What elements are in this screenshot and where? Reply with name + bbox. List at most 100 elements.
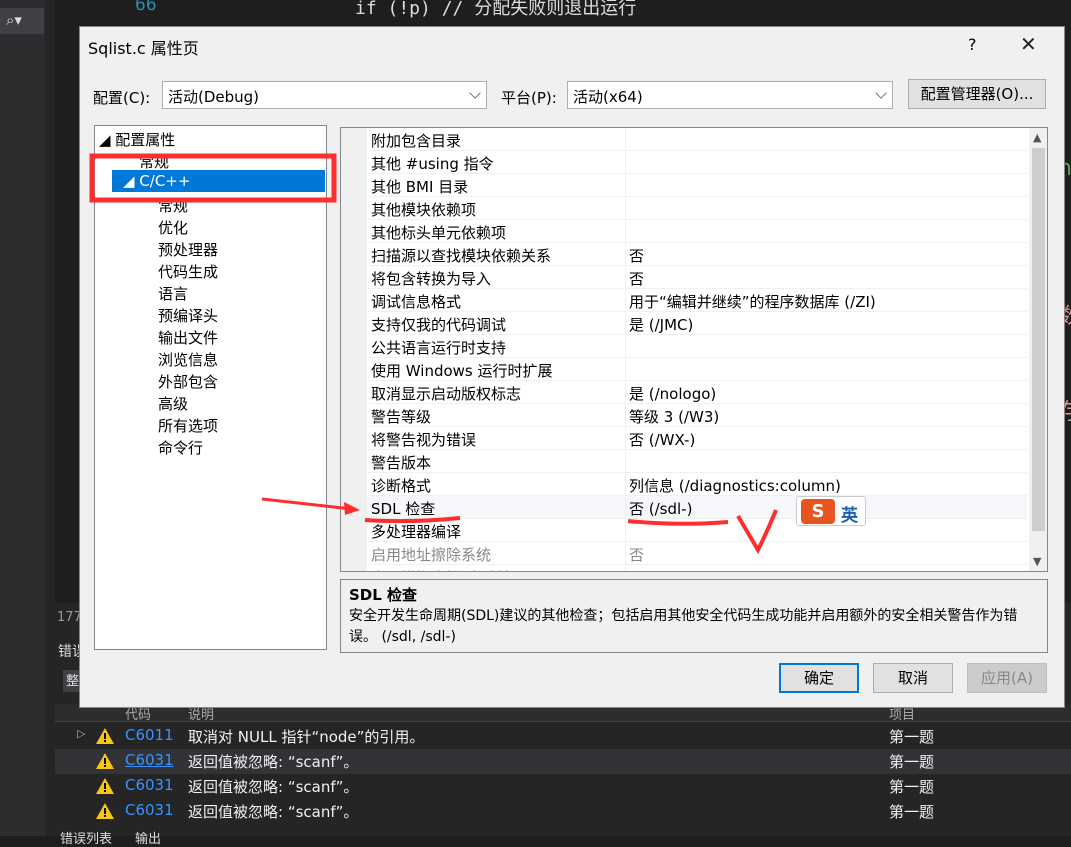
property-row[interactable]: 将警告视为错误 否 (/WX-): [367, 427, 1027, 450]
property-row[interactable]: 其他模块依赖项: [367, 197, 1027, 220]
tree-child[interactable]: 常规: [158, 195, 188, 216]
column-divider: [625, 312, 626, 335]
tab-error-list[interactable]: 错误列表: [60, 828, 112, 847]
ok-button[interactable]: 确定: [779, 663, 859, 693]
property-name: 启用模糊支持(实验性): [371, 567, 518, 571]
tree-child[interactable]: 高级: [158, 393, 188, 414]
expand-icon[interactable]: ▷: [77, 727, 85, 740]
property-value[interactable]: 否: [629, 544, 644, 565]
column-divider: [625, 381, 626, 404]
property-name: 警告等级: [371, 408, 432, 426]
tree-child[interactable]: 输出文件: [158, 327, 218, 348]
error-description: 返回值被忽略: “scanf”。: [188, 803, 359, 821]
property-row[interactable]: 其他 BMI 目录: [367, 174, 1027, 197]
property-value[interactable]: 是 (/JMC): [629, 314, 693, 335]
property-value[interactable]: 列信息 (/diagnostics:column): [629, 475, 841, 496]
property-name: 将警告视为错误: [371, 431, 477, 449]
property-row[interactable]: 多处理器编译: [367, 519, 1027, 542]
tree-cpp[interactable]: ◢ C/C++: [123, 172, 190, 190]
column-divider: [625, 427, 626, 450]
tree-child[interactable]: 浏览信息: [158, 349, 218, 370]
column-divider: [625, 358, 626, 381]
property-name: 启用地址擦除系统: [371, 546, 492, 564]
tree-child[interactable]: 预编译头: [158, 305, 218, 326]
scrollbar-thumb[interactable]: [1032, 148, 1045, 531]
tree-config-properties[interactable]: ◢ 配置属性: [99, 129, 175, 150]
property-value[interactable]: 否 (/sdl-): [629, 498, 692, 519]
cancel-button[interactable]: 取消: [873, 663, 953, 693]
tree-child[interactable]: 代码生成: [158, 261, 218, 282]
property-row[interactable]: 启用地址擦除系统 否: [367, 542, 1027, 565]
property-name: 其他 BMI 目录: [371, 178, 469, 196]
property-row[interactable]: 附加包含目录: [367, 128, 1027, 151]
close-icon[interactable]: ✕: [1020, 32, 1037, 56]
property-value[interactable]: 用于“编辑并继续”的程序数据库 (/ZI): [629, 291, 876, 312]
property-row[interactable]: 警告等级 等级 3 (/W3): [367, 404, 1027, 427]
property-value[interactable]: 是 (/nologo): [629, 383, 716, 404]
property-value[interactable]: 否: [629, 245, 644, 266]
property-row[interactable]: 公共语言运行时支持: [367, 335, 1027, 358]
property-name: 支持仅我的代码调试: [371, 316, 507, 334]
property-value[interactable]: 等级 3 (/W3): [629, 406, 719, 427]
code-editor-top: 66 if (!p) // 分配失败则退出运行: [95, 0, 1071, 26]
platform-select[interactable]: 活动(x64): [567, 81, 893, 109]
error-code-link[interactable]: C6031: [125, 776, 174, 794]
grid-scrollbar[interactable]: ▲ ▼: [1029, 128, 1047, 571]
property-name: 警告版本: [371, 454, 432, 472]
warning-icon: [96, 778, 114, 794]
scroll-down-icon[interactable]: ▼: [1033, 555, 1041, 568]
apply-button[interactable]: 应用(A): [967, 663, 1047, 693]
dialog-title: Sqlist.c 属性页: [88, 39, 199, 58]
config-manager-button[interactable]: 配置管理器(O)...: [908, 79, 1046, 109]
property-value[interactable]: 否 (/WX-): [629, 429, 695, 450]
property-value[interactable]: 否: [629, 268, 644, 289]
error-row[interactable]: ▷ C6011 取消对 NULL 指针“node”的引用。 第一题: [55, 724, 1071, 749]
search-icon[interactable]: ⌕▾: [0, 8, 44, 34]
column-divider: [625, 174, 626, 197]
property-row[interactable]: 取消显示启动版权标志 是 (/nologo): [367, 381, 1027, 404]
error-row[interactable]: C6031 返回值被忽略: “scanf”。 第一题: [55, 799, 1071, 824]
property-name: 其他模块依赖项: [371, 201, 477, 219]
description-text: 安全开发生命周期(SDL)建议的其他检查；包括启用其他安全代码生成功能并启用额外…: [349, 608, 1018, 645]
property-row[interactable]: 使用 Windows 运行时扩展: [367, 358, 1027, 381]
tree-child[interactable]: 外部包含: [158, 371, 218, 392]
config-label: 配置(C):: [93, 89, 151, 107]
tree-child[interactable]: 所有选项: [158, 415, 218, 436]
column-divider: [625, 266, 626, 289]
property-value[interactable]: 否: [629, 567, 644, 571]
column-divider: [625, 243, 626, 266]
error-description: 返回值被忽略: “scanf”。: [188, 778, 359, 796]
error-code-link[interactable]: C6031: [125, 751, 174, 769]
tree-child[interactable]: 命令行: [158, 437, 203, 458]
description-panel: SDL 检查 安全开发生命周期(SDL)建议的其他检查；包括启用其他安全代码生成…: [340, 579, 1048, 653]
tab-output[interactable]: 输出: [135, 828, 161, 847]
tree-general[interactable]: 常规: [139, 151, 169, 172]
property-row[interactable]: 警告版本: [367, 450, 1027, 473]
property-row[interactable]: 启用模糊支持(实验性) 否: [367, 565, 1027, 571]
property-row[interactable]: SDL 检查 否 (/sdl-): [367, 496, 1027, 519]
column-divider: [625, 151, 626, 174]
config-select[interactable]: 活动(Debug): [162, 81, 487, 109]
tree-child[interactable]: 语言: [158, 283, 188, 304]
error-row[interactable]: C6031 返回值被忽略: “scanf”。 第一题: [55, 749, 1071, 774]
sogou-logo-icon: S: [801, 499, 835, 524]
ime-mode: 英: [841, 506, 858, 526]
help-button[interactable]: ?: [968, 35, 977, 54]
scroll-up-icon[interactable]: ▲: [1033, 131, 1041, 144]
property-row[interactable]: 扫描源以查找模块依赖关系 否: [367, 243, 1027, 266]
property-row[interactable]: 其他 #using 指令: [367, 151, 1027, 174]
property-name: 将包含转换为导入: [371, 270, 492, 288]
property-row[interactable]: 其他标头单元依赖项: [367, 220, 1027, 243]
tree-child[interactable]: 预处理器: [158, 239, 218, 260]
property-row[interactable]: 将包含转换为导入 否: [367, 266, 1027, 289]
property-row[interactable]: 支持仅我的代码调试 是 (/JMC): [367, 312, 1027, 335]
error-code-link[interactable]: C6031: [125, 801, 174, 819]
tree-child[interactable]: 优化: [158, 217, 188, 238]
property-row[interactable]: 调试信息格式 用于“编辑并继续”的程序数据库 (/ZI): [367, 289, 1027, 312]
error-code-link[interactable]: C6011: [125, 726, 174, 744]
column-divider: [625, 519, 626, 542]
error-row[interactable]: C6031 返回值被忽略: “scanf”。 第一题: [55, 774, 1071, 799]
property-row[interactable]: 诊断格式 列信息 (/diagnostics:column): [367, 473, 1027, 496]
platform-label: 平台(P):: [501, 89, 557, 107]
ime-indicator[interactable]: S 英: [796, 496, 866, 526]
